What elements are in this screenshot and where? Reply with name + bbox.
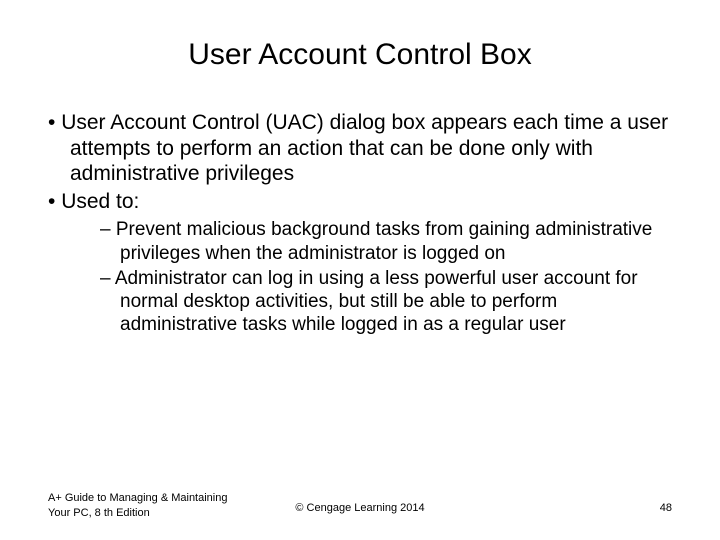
sub-item: Prevent malicious background tasks from … xyxy=(100,218,672,264)
slide-content: User Account Control (UAC) dialog box ap… xyxy=(0,80,720,336)
bullet-item: User Account Control (UAC) dialog box ap… xyxy=(48,110,672,187)
bullet-list: User Account Control (UAC) dialog box ap… xyxy=(48,110,672,336)
sub-list: Prevent malicious background tasks from … xyxy=(100,218,672,336)
bullet-text: Used to: xyxy=(61,190,139,213)
footer-source: A+ Guide to Managing & Maintaining Your … xyxy=(48,491,248,520)
bullet-item: Used to: Prevent malicious background ta… xyxy=(48,189,672,336)
slide-title: User Account Control Box xyxy=(0,0,720,80)
sub-item: Administrator can log in using a less po… xyxy=(100,267,672,337)
footer-page-number: 48 xyxy=(660,501,672,515)
footer-copyright: © Cengage Learning 2014 xyxy=(295,501,424,515)
